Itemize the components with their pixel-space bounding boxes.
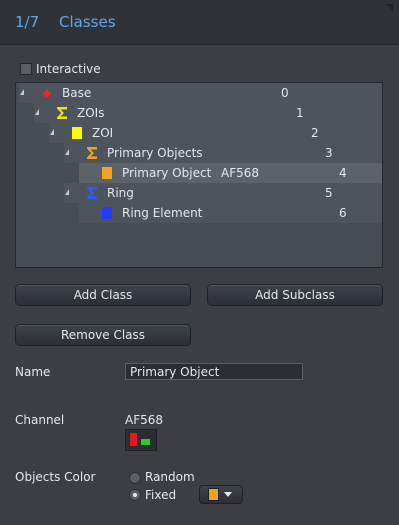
- add-subclass-button[interactable]: Add Subclass: [207, 284, 383, 306]
- random-radio[interactable]: [129, 472, 141, 484]
- tree-row[interactable]: ZOI 2: [16, 123, 382, 143]
- sigma-icon: [85, 146, 99, 160]
- step-indicator: 1/7: [15, 13, 40, 31]
- tree-item-number: 5: [325, 186, 333, 200]
- tree-row[interactable]: Ring Element 6: [16, 203, 382, 223]
- tree-item-label: ZOI: [92, 126, 114, 140]
- expand-arrow-icon[interactable]: [65, 149, 69, 155]
- objects-color-label: Objects Color: [15, 470, 96, 484]
- name-label: Name: [15, 365, 51, 379]
- expand-arrow-icon[interactable]: [65, 189, 69, 195]
- sigma-icon: [85, 186, 99, 200]
- channel-color-icon: [125, 429, 157, 451]
- class-tree[interactable]: Base 0 ZOIs 1 ZOI 2 Primary Objects 3 Primary Ob…: [15, 82, 383, 268]
- expand-arrow-icon[interactable]: [35, 109, 39, 115]
- channel-label: Channel: [15, 413, 65, 427]
- tree-item-number: 6: [339, 206, 347, 220]
- expand-arrow-icon[interactable]: [50, 129, 54, 135]
- tree-item-number: 3: [325, 146, 333, 160]
- panel-title: Classes: [59, 13, 116, 31]
- interactive-label: Interactive: [36, 62, 101, 76]
- tree-item-label: Primary Object: [122, 166, 212, 180]
- chevron-down-icon: [224, 492, 232, 497]
- channel-value: AF568: [125, 413, 164, 427]
- red-arrow-icon: [40, 86, 54, 100]
- color-square-icon: [100, 206, 114, 220]
- tree-item-label: Primary Objects: [107, 146, 203, 160]
- tree-row[interactable]: Ring 5: [16, 183, 382, 203]
- fixed-radio[interactable]: [129, 489, 141, 501]
- tree-item-number: 2: [311, 126, 319, 140]
- fixed-color-picker[interactable]: [199, 485, 243, 504]
- color-square-icon: [100, 166, 114, 180]
- name-input[interactable]: [125, 363, 303, 380]
- fixed-label: Fixed: [145, 488, 177, 502]
- tree-item-number: 4: [339, 166, 347, 180]
- tree-item-label: Base: [62, 86, 92, 100]
- tree-item-number: 0: [281, 86, 289, 100]
- color-square-icon: [70, 126, 84, 140]
- tree-row[interactable]: Primary Objects 3: [16, 143, 382, 163]
- tree-item-channel: AF568: [221, 166, 260, 180]
- tree-row[interactable]: Base 0: [16, 83, 382, 103]
- panel-header: 1/7 Classes: [0, 0, 399, 45]
- tree-item-label: Ring: [107, 186, 134, 200]
- sigma-icon: [55, 106, 69, 120]
- interactive-checkbox[interactable]: [20, 63, 32, 75]
- add-class-button[interactable]: Add Class: [15, 284, 191, 306]
- tree-item-label: Ring Element: [122, 206, 203, 220]
- fixed-color-swatch: [208, 488, 219, 501]
- tree-row[interactable]: Primary Object AF568 4: [16, 163, 382, 183]
- random-label: Random: [145, 470, 195, 484]
- expand-arrow-icon[interactable]: [20, 89, 24, 95]
- corner-grip-icon: [386, 4, 393, 11]
- tree-row[interactable]: ZOIs 1: [16, 103, 382, 123]
- tree-item-number: 1: [296, 106, 304, 120]
- tree-item-label: ZOIs: [77, 106, 105, 120]
- remove-class-button[interactable]: Remove Class: [15, 324, 191, 346]
- interactive-toggle[interactable]: Interactive: [20, 62, 101, 76]
